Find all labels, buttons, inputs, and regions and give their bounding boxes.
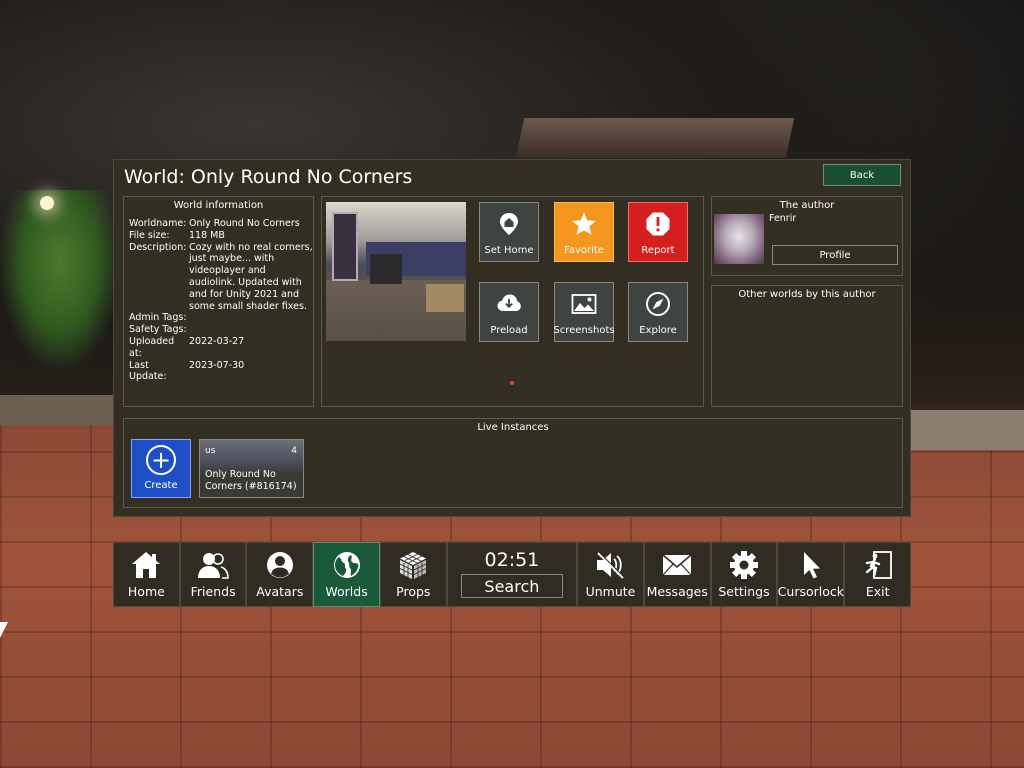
exit-icon: [865, 551, 892, 579]
dock-settings-button[interactable]: Settings: [710, 542, 778, 607]
dock-friends-button[interactable]: Friends: [179, 542, 247, 607]
dock-home-button[interactable]: Home: [113, 542, 180, 607]
speaker-muted-icon: [597, 551, 625, 579]
favorite-label: Favorite: [564, 245, 604, 256]
screenshots-label: Screenshots: [553, 325, 615, 336]
create-label: Create: [144, 480, 178, 491]
dock-worlds-label: Worlds: [325, 584, 368, 599]
dock-avatars-label: Avatars: [256, 584, 304, 599]
instance-region: us: [205, 446, 216, 456]
background-railing-right: [910, 410, 1024, 450]
world-information-heading: World information: [173, 200, 264, 211]
mouse-cursor-icon: [0, 622, 8, 638]
background-lamp: [40, 196, 54, 210]
author-heading: The author: [779, 200, 835, 211]
page-indicator-dot[interactable]: [510, 381, 514, 385]
world-information-table: Worldname: Only Round No Corners File si…: [129, 218, 314, 383]
background-roof: [515, 118, 795, 158]
report-button[interactable]: Report: [628, 202, 688, 262]
gear-icon: [729, 551, 758, 579]
info-value: Only Round No Corners: [189, 218, 300, 229]
instance-card[interactable]: us 4 Only Round No Corners (#816174): [199, 439, 304, 498]
other-worlds-box: Other worlds by this author: [711, 285, 903, 407]
info-value: 2022-03-27: [189, 335, 245, 347]
friends-icon: [198, 553, 229, 579]
home-pin-icon: [500, 213, 518, 235]
explore-button[interactable]: Explore: [628, 282, 688, 342]
create-instance-button[interactable]: + Create: [131, 439, 191, 498]
dock-props-label: Props: [396, 584, 431, 599]
instance-name: Only Round No Corners (#816174): [205, 469, 297, 492]
author-avatar[interactable]: [714, 214, 764, 264]
dock-unmute-button[interactable]: Unmute: [577, 542, 644, 607]
other-worlds-heading: Other worlds by this author: [738, 289, 876, 300]
dock-exit-label: Exit: [865, 584, 890, 599]
dock-friends-label: Friends: [190, 584, 236, 599]
cube-icon: [400, 552, 427, 579]
dock-home-label: Home: [127, 584, 165, 599]
instance-player-count: 4: [291, 446, 297, 456]
clock-search-panel: 02:51 Search: [446, 542, 578, 607]
profile-button[interactable]: Profile: [772, 245, 898, 265]
preload-button[interactable]: Preload: [479, 282, 539, 342]
page-title: World: Only Round No Corners: [124, 166, 413, 188]
info-value: Cozy with no real corners, just maybe...…: [189, 241, 313, 312]
world-actions-box: Set Home Favorite Report Preload Screens…: [321, 196, 704, 407]
info-label: Worldname:: [129, 218, 187, 229]
plus-icon: +: [146, 445, 176, 475]
image-icon: [571, 294, 597, 314]
info-label: Safety Tags:: [129, 324, 187, 336]
back-button[interactable]: Back: [823, 164, 901, 186]
info-label: Last Update:: [129, 359, 167, 383]
favorite-button[interactable]: Favorite: [554, 202, 614, 262]
screenshots-button[interactable]: Screenshots: [553, 282, 615, 342]
info-value: [189, 312, 314, 324]
dock-cursorlock-button[interactable]: Cursorlock: [777, 542, 845, 607]
dock-settings-label: Settings: [718, 584, 770, 599]
compass-icon: [646, 292, 670, 316]
info-label: Uploaded at:: [129, 335, 175, 359]
cloud-download-icon: [497, 294, 521, 311]
explore-label: Explore: [639, 325, 677, 336]
background-railing: [0, 395, 115, 425]
info-label: Description:: [129, 241, 187, 253]
dock-worlds-button[interactable]: Worlds: [313, 542, 380, 607]
warning-shield-icon: [646, 212, 670, 236]
cursor-icon: [803, 552, 820, 579]
info-value: [189, 324, 314, 336]
set-home-button[interactable]: Set Home: [479, 202, 539, 262]
author-name: Fenrir: [769, 213, 797, 224]
dock-exit-button[interactable]: Exit: [844, 542, 912, 607]
info-label: File size:: [129, 229, 170, 241]
info-label: Admin Tags:: [129, 312, 187, 324]
info-value: 2023-07-30: [189, 359, 245, 371]
clock-time: 02:51: [484, 549, 540, 571]
search-button[interactable]: Search: [460, 574, 563, 598]
world-thumbnail[interactable]: [326, 202, 466, 341]
dock-props-button[interactable]: Props: [379, 542, 447, 607]
star-icon: [572, 212, 596, 235]
author-box: The author Fenrir Profile: [711, 196, 903, 276]
dock-avatars-button[interactable]: Avatars: [246, 542, 314, 607]
dock-messages-label: Messages: [646, 584, 708, 599]
main-menu-dock: Home Friends Avatars Worlds Props 02:51 …: [113, 542, 912, 607]
globe-icon: [333, 552, 360, 578]
world-information-box: World information Worldname: Only Round …: [123, 196, 314, 407]
home-icon: [132, 552, 161, 578]
dock-unmute-label: Unmute: [585, 584, 636, 599]
dock-cursorlock-label: Cursorlock: [777, 584, 844, 599]
avatar-icon: [266, 552, 293, 578]
background-tree: [0, 190, 120, 370]
preload-label: Preload: [490, 325, 528, 336]
envelope-icon: [662, 554, 692, 576]
live-instances-heading: Live Instances: [477, 422, 549, 433]
report-label: Report: [641, 245, 675, 256]
world-details-panel: World: Only Round No Corners Back World …: [113, 159, 911, 517]
live-instances-box: Live Instances + Create us 4 Only Round …: [123, 418, 903, 508]
info-value: 118 MB: [189, 229, 225, 241]
dock-messages-button[interactable]: Messages: [643, 542, 711, 607]
set-home-label: Set Home: [484, 245, 534, 256]
